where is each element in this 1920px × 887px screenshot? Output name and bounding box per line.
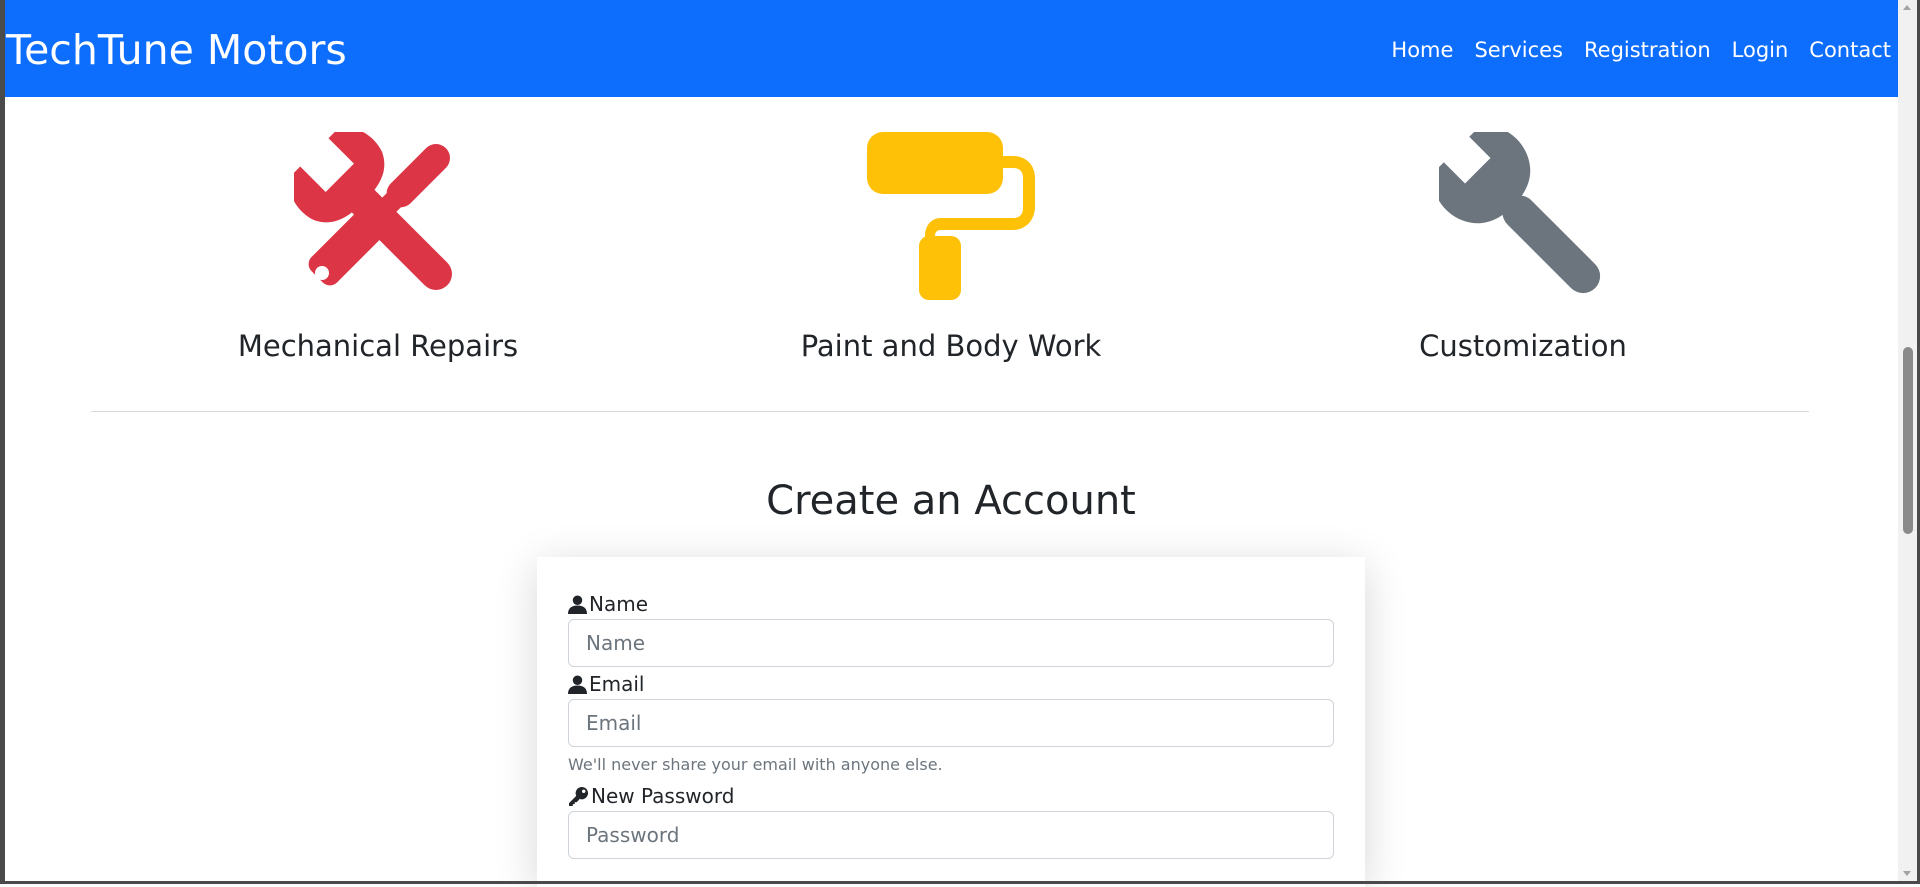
service-title: Mechanical Repairs: [237, 329, 519, 363]
nav-link-home[interactable]: Home: [1391, 36, 1453, 64]
brand-link[interactable]: TechTune Motors: [6, 24, 347, 76]
nav-link-services[interactable]: Services: [1474, 36, 1563, 64]
wrench-icon: [1439, 132, 1601, 294]
service-customization: Customization: [1223, 132, 1823, 364]
user-icon: [568, 594, 587, 614]
email-input[interactable]: [568, 699, 1334, 747]
form-heading: Create an Account: [766, 478, 1136, 524]
key-icon: [569, 786, 588, 806]
scroll-up-arrow-icon[interactable]: [1903, 5, 1911, 10]
service-paint-body: Paint and Body Work: [651, 132, 1251, 364]
service-mechanical-repairs: Mechanical Repairs: [78, 132, 678, 364]
scrollbar-thumb[interactable]: [1903, 347, 1913, 534]
nav-link-registration[interactable]: Registration: [1584, 36, 1711, 64]
nav-link-contact[interactable]: Contact: [1809, 36, 1891, 64]
nav-link-login[interactable]: Login: [1732, 36, 1789, 64]
window-border-left: [0, 0, 5, 884]
section-divider: [91, 411, 1809, 412]
scrollbar[interactable]: [1898, 0, 1917, 881]
name-input[interactable]: [568, 619, 1334, 667]
service-title: Paint and Body Work: [800, 329, 1102, 363]
email-label: Email: [568, 672, 645, 696]
service-title: Customization: [1419, 329, 1627, 363]
scroll-down-arrow-icon[interactable]: [1903, 871, 1911, 876]
name-label: Name: [568, 592, 648, 616]
password-label-text: New Password: [591, 784, 735, 808]
password-label: New Password: [568, 784, 734, 808]
nav-links: Home Services Registration Login Contact: [1391, 36, 1891, 64]
email-label-text: Email: [589, 672, 645, 696]
tools-icon: [294, 132, 452, 290]
user-icon: [568, 674, 587, 694]
registration-form-card: Name Email We'll never share your email …: [537, 557, 1365, 887]
name-label-text: Name: [589, 592, 649, 616]
password-input[interactable]: [568, 811, 1334, 859]
paint-roller-icon: [867, 132, 1035, 300]
navbar: TechTune Motors Home Services Registrati…: [5, 0, 1898, 97]
email-help-text: We'll never share your email with anyone…: [568, 755, 943, 774]
